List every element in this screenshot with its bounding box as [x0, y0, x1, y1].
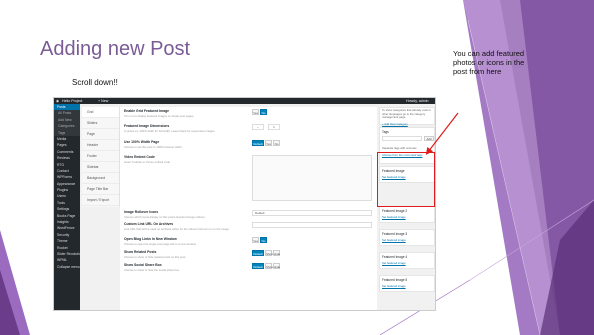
- setting-toggle-option[interactable]: Hide: [273, 250, 280, 256]
- setting-row: Open Blog Links In New Window Choose to o…: [124, 237, 374, 246]
- featured-image-extra-box: Featured Image 2 Set featured image: [379, 206, 435, 223]
- setting-label: Show Related Posts: [124, 250, 157, 254]
- options-tab[interactable]: Sliders: [82, 118, 119, 129]
- setting-row: Show Related Posts Choose to show or hide…: [124, 250, 374, 259]
- setting-description: Choose to open the single post page link…: [124, 242, 197, 246]
- setting-row: Show Social Share Box Choose to show or h…: [124, 263, 374, 272]
- setting-description: Choose to show or hide related posts on …: [124, 255, 187, 259]
- rollover-icons-select[interactable]: Default: [252, 210, 372, 216]
- wp-logo-icon[interactable]: ◉: [56, 99, 59, 103]
- setting-label: Use 100% Width Page: [124, 140, 160, 144]
- set-featured-image-extra-link[interactable]: Set featured image: [380, 260, 434, 266]
- setting-toggle-option[interactable]: Yes: [252, 237, 259, 243]
- setting-description: In pixels ex: 100% width for full width.…: [124, 129, 216, 133]
- setting-toggle-option[interactable]: Default: [252, 250, 264, 256]
- options-tab[interactable]: Footer: [82, 151, 119, 162]
- tags-add-button[interactable]: Add: [424, 136, 434, 141]
- deco-bottom-left: [0, 230, 30, 335]
- setting-toggle-option[interactable]: No: [260, 237, 267, 243]
- wp-admin-bar: ◉ Hello Project + New Howdy, admin: [54, 98, 435, 104]
- options-tabs: Grid Sliders Page Header Footer Sidebar Backgr…: [82, 107, 120, 207]
- options-tab[interactable]: Import / Export: [82, 195, 119, 206]
- setting-toggle-option[interactable]: Default: [252, 263, 264, 269]
- admin-bar-new[interactable]: + New: [98, 99, 108, 103]
- setting-toggle-option[interactable]: No: [260, 109, 267, 115]
- setting-row: Use 100% Width Page Choose to set this po…: [124, 140, 374, 149]
- options-tab[interactable]: Sidebar: [82, 162, 119, 173]
- tags-input[interactable]: [382, 136, 422, 141]
- options-tab[interactable]: Page Title Bar: [82, 184, 119, 195]
- setting-label: Show Social Share Box: [124, 263, 162, 267]
- options-panel: Enable Grid Featured Image Turn on to dis…: [120, 107, 377, 310]
- featured-image-extra-heading: Featured Image 3: [382, 231, 408, 236]
- featured-image-extra-heading: Featured Image 5: [382, 277, 408, 282]
- setting-toggle-option[interactable]: Hide: [273, 263, 280, 269]
- setting-toggle-option[interactable]: Show: [265, 263, 274, 269]
- set-featured-image-extra-link[interactable]: Set featured image: [380, 283, 434, 289]
- setting-description: Turn on to display featured images on si…: [124, 114, 195, 118]
- wp-menu-item[interactable]: Collapse menu: [54, 264, 80, 270]
- tags-heading: Tags: [382, 129, 389, 134]
- wp-admin-menu: Posts All Posts Add New Categories Tags Media…: [54, 104, 80, 310]
- featured-image-extra-box: Featured Image 3 Set featured image: [379, 229, 435, 246]
- dimension-input[interactable]: --: [252, 124, 264, 130]
- setting-toggle-option[interactable]: No: [273, 140, 280, 146]
- setting-label: Enable Grid Featured Image: [124, 109, 170, 113]
- deco-bottom-left-dark: [0, 270, 20, 335]
- add-new-category-link[interactable]: + Add New Category: [380, 121, 434, 127]
- setting-row: Custom Link URL On Archives Link URL that…: [124, 222, 374, 231]
- featured-image-extra-box: Featured Image 4 Set featured image: [379, 252, 435, 269]
- dimension-input[interactable]: 1: [268, 124, 280, 130]
- admin-bar-site[interactable]: Hello Project: [62, 99, 82, 103]
- setting-toggle-option[interactable]: Show: [265, 250, 274, 256]
- featured-image-extra-heading: Featured Image 2: [382, 208, 408, 213]
- options-tab[interactable]: Background: [82, 173, 119, 184]
- options-tab[interactable]: Page: [82, 129, 119, 140]
- right-sidebar: To show categories that already exist in…: [379, 107, 435, 310]
- setting-toggle-option[interactable]: Yes: [252, 109, 259, 115]
- featured-image-extra-heading: Featured Image 4: [382, 254, 408, 259]
- setting-toggle-option[interactable]: Yes: [265, 140, 272, 146]
- deco-line-2: [469, 199, 594, 281]
- admin-bar-howdy[interactable]: Howdy, admin: [406, 99, 429, 103]
- setting-description: Choose to show or hide the social share …: [124, 268, 180, 272]
- options-tab[interactable]: Header: [82, 140, 119, 151]
- featured-image-extra-box: Featured Image 5 Set featured image: [379, 275, 435, 292]
- set-featured-image-extra-link[interactable]: Set featured image: [380, 237, 434, 243]
- annotation-text: You can add featured photos or icons in …: [453, 49, 525, 76]
- options-tab[interactable]: Grid: [82, 107, 119, 118]
- setting-row: Featured Image Dimensions In pixels ex: 1…: [124, 124, 374, 133]
- setting-label: Open Blog Links In New Window: [124, 237, 177, 241]
- setting-row: Enable Grid Featured Image Turn on to dis…: [124, 109, 374, 118]
- setting-label: Featured Image Dimensions: [124, 124, 170, 128]
- slide-title: Adding new Post: [40, 38, 191, 60]
- scroll-down-note: Scroll down!!: [72, 78, 118, 87]
- video-embed-textarea[interactable]: [252, 155, 372, 201]
- setting-description: Choose to set this post to 100% browser …: [124, 145, 183, 149]
- custom-link-input[interactable]: [252, 222, 372, 228]
- categories-help-text: To show categories that already exist in…: [382, 108, 431, 120]
- deco-bottom-right: [540, 200, 594, 335]
- set-featured-image-extra-link[interactable]: Set featured image: [380, 214, 434, 220]
- setting-row: Image Rollover Icons Choose which icons d…: [124, 210, 374, 219]
- setting-toggle-option[interactable]: Default: [252, 140, 264, 146]
- setting-row: Video Embed Code Insert Youtube or Vimeo …: [124, 155, 374, 201]
- categories-box: To show categories that already exist in…: [379, 107, 435, 127]
- featured-image-highlight-box: [377, 152, 435, 207]
